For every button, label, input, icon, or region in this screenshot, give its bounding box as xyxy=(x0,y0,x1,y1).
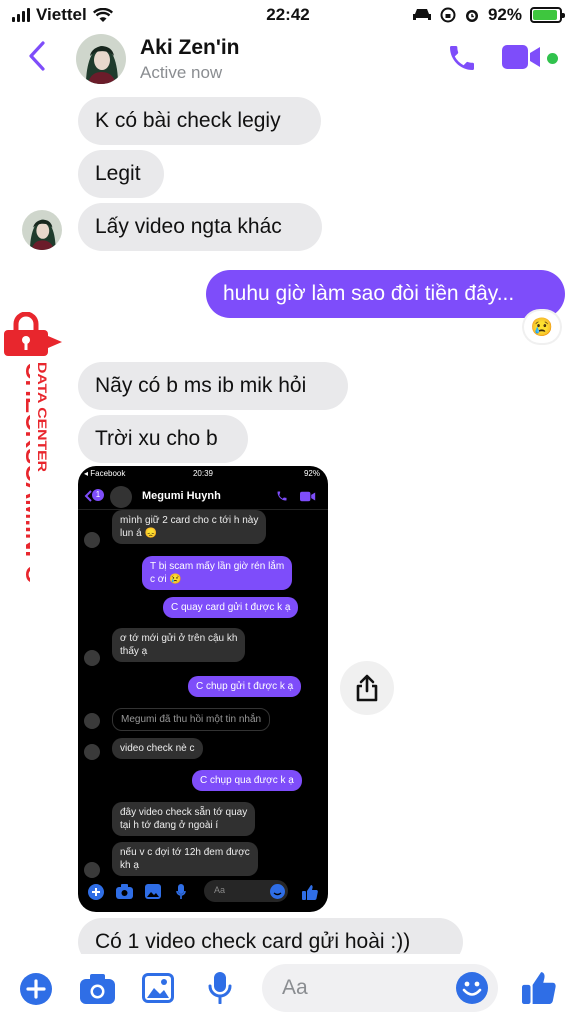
svg-text:DATA CENTER: DATA CENTER xyxy=(36,362,49,472)
image-message-out: T bị scam mấy lần giờ rén lắm c ơi 😢 xyxy=(142,556,293,590)
image-avatar xyxy=(84,650,100,666)
message-incoming[interactable]: Nãy có b ms ib mik hỏi xyxy=(78,362,348,410)
online-indicator xyxy=(547,53,558,64)
emoji-icon[interactable] xyxy=(456,972,488,1004)
phone-call-icon[interactable] xyxy=(446,42,478,74)
image-gallery-icon xyxy=(145,884,161,899)
alarm-icon xyxy=(465,10,478,22)
share-button[interactable] xyxy=(340,661,394,715)
status-bar: Viettel 22:42 92% xyxy=(0,0,576,30)
message-incoming[interactable]: K có bài check legiy xyxy=(78,97,321,145)
svg-text:CHECKSCAM.INFO: CHECKSCAM.INFO xyxy=(21,362,30,584)
padlock-icon xyxy=(4,312,62,356)
mic-icon[interactable] xyxy=(208,972,232,1004)
message-incoming[interactable]: Legit xyxy=(78,150,164,198)
image-avatar xyxy=(84,713,100,729)
image-unread-badge: 1 xyxy=(92,489,104,501)
image-status-battery: 92% xyxy=(303,469,320,478)
image-message-in: nếu v c đợi tớ 12h đem được kh ạ xyxy=(112,842,258,876)
reaction-badge[interactable]: 😢 xyxy=(524,311,560,343)
contact-avatar-small[interactable] xyxy=(22,210,62,250)
watermark-main: CHECKSCAM.INFO xyxy=(21,362,30,584)
image-status-bar: ◂ Facebook 20:39 92% xyxy=(78,466,328,482)
share-icon xyxy=(356,674,378,702)
shared-image[interactable]: ◂ Facebook 20:39 92% 1 Megumi Huynh mình… xyxy=(78,466,328,912)
contact-status: Active now xyxy=(140,63,223,82)
rotation-lock-icon xyxy=(440,7,456,23)
crying-emoji-icon: 😢 xyxy=(530,316,554,337)
image-message-in: đây video check sẵn tớ quay tại h tớ đang… xyxy=(112,802,256,836)
battery-icon xyxy=(530,7,565,23)
image-plus-icon xyxy=(88,884,104,900)
image-contact-avatar xyxy=(110,486,132,508)
image-camera-icon xyxy=(116,884,133,899)
image-message-out: C quay card gửi t được k ạ xyxy=(163,597,299,618)
contact-name: Aki Zen'in xyxy=(140,36,240,59)
image-contact-name: Megumi Huynh xyxy=(142,490,221,502)
image-mic-icon xyxy=(176,884,186,899)
image-video-icon xyxy=(300,491,316,502)
image-message-in: video check nè c xyxy=(112,738,203,759)
message-input-placeholder: Aa xyxy=(282,976,308,999)
image-avatar xyxy=(84,862,100,878)
image-message-out: C chụp gửi t được k ạ xyxy=(188,676,302,697)
message-input[interactable]: Aa xyxy=(262,964,498,1012)
camera-icon[interactable] xyxy=(80,974,115,1004)
watermark-sub: DATA CENTER xyxy=(36,362,49,472)
contact-avatar[interactable] xyxy=(76,34,126,84)
image-avatar xyxy=(84,744,100,760)
image-chat-header: 1 Megumi Huynh xyxy=(78,482,328,510)
thumbs-up-icon[interactable] xyxy=(522,970,556,1004)
image-emoji-icon xyxy=(270,884,285,899)
image-unsent-notice: Megumi đã thu hồi một tin nhắn xyxy=(112,708,271,731)
message-incoming[interactable]: Trời xu cho b xyxy=(78,415,248,463)
image-icon[interactable] xyxy=(142,973,174,1003)
image-message-in: mình giữ 2 card cho c tới h này lun á 😞 xyxy=(112,510,267,544)
car-icon xyxy=(412,9,431,20)
chat-header: Aki Zen'in Active now xyxy=(0,30,576,90)
image-avatar xyxy=(84,532,100,548)
message-outgoing[interactable]: huhu giờ làm sao đòi tiền đây... xyxy=(206,270,565,318)
image-thumbs-up-icon xyxy=(302,885,318,900)
message-incoming[interactable]: Lấy video ngta khác xyxy=(78,203,322,251)
plus-icon[interactable] xyxy=(20,973,52,1005)
image-back-icon xyxy=(84,490,92,502)
image-phone-icon xyxy=(277,491,287,501)
image-message-in: ơ tớ mới gửi ở trên cậu kh thấy ạ xyxy=(112,628,246,662)
video-call-icon[interactable] xyxy=(502,44,542,70)
image-message-out: C chụp qua được k ạ xyxy=(192,770,302,791)
back-chevron-icon[interactable] xyxy=(26,40,48,72)
battery-percent: 92% xyxy=(487,5,522,24)
image-status-time: 20:39 xyxy=(192,469,214,478)
